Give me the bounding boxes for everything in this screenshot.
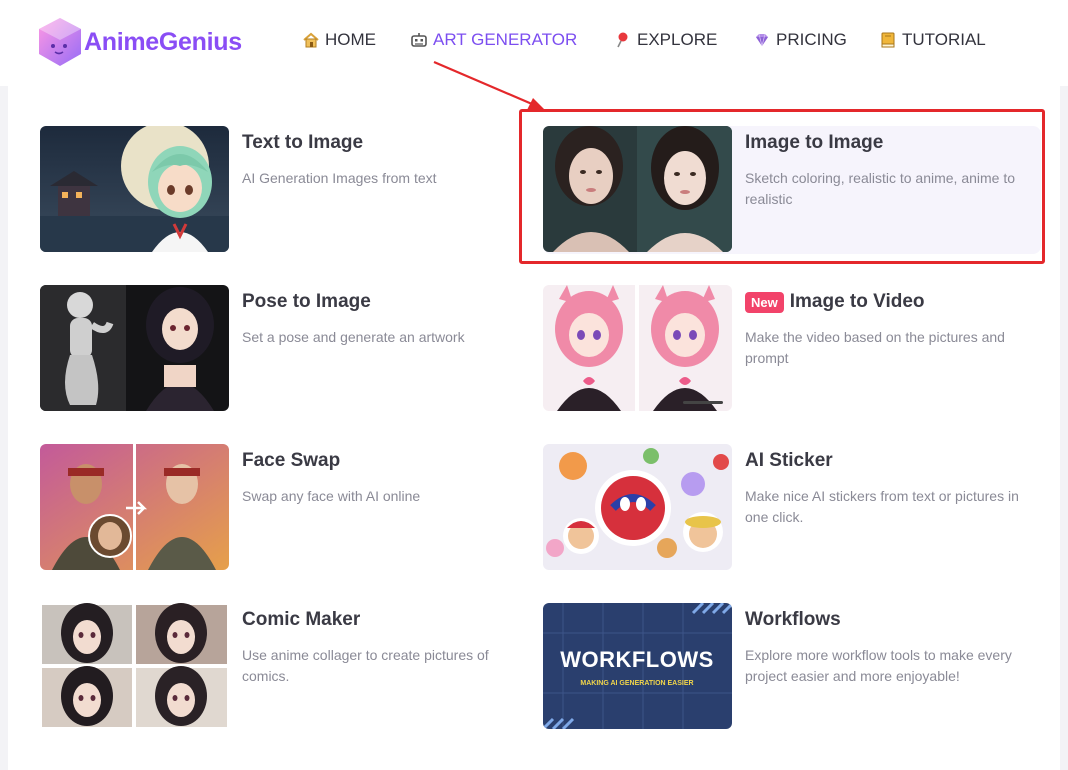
nav-tutorial[interactable]: TUTORIAL [879, 30, 986, 50]
image-to-video-thumbnail [543, 285, 732, 411]
card-title: Image to Image [745, 132, 884, 153]
card-pose-to-image[interactable]: Pose to Image Set a pose and generate an… [40, 285, 538, 413]
face-swap-thumbnail [40, 444, 229, 570]
diamond-icon [756, 33, 768, 47]
tools-panel: Text to Image AI Generation Images from … [8, 86, 1060, 770]
ai-sticker-thumbnail [543, 444, 732, 570]
card-description: Make the video based on the pictures and… [745, 329, 1005, 366]
pin-icon [617, 32, 628, 48]
card-face-swap[interactable]: Face Swap Swap any face with AI online [40, 444, 538, 572]
card-title: Face Swap [242, 450, 341, 471]
nav-pricing[interactable]: PRICING [753, 30, 847, 50]
book-icon [881, 32, 895, 48]
nav-home[interactable]: HOME [302, 30, 376, 50]
card-title: Pose to Image [242, 291, 371, 312]
robot-icon [411, 33, 427, 47]
nav-explore[interactable]: EXPLORE [614, 30, 717, 50]
workflows-thumbnail-subtitle: MAKING AI GENERATION EASIER [580, 680, 693, 687]
card-title-text: Image to Video [789, 291, 925, 312]
card-title: Workflows [745, 609, 841, 630]
home-icon [303, 32, 319, 48]
card-title: New Image to Video [745, 291, 925, 313]
nav-pricing-label: PRICING [776, 30, 847, 49]
nav-explore-label: EXPLORE [637, 30, 718, 49]
image-to-image-thumbnail [543, 126, 732, 252]
card-description: Explore more workflow tools to make ever… [745, 647, 1012, 684]
nav-home-label: HOME [325, 30, 376, 49]
nav-tutorial-label: TUTORIAL [902, 30, 986, 49]
pose-to-image-thumbnail [40, 285, 229, 411]
card-description: AI Generation Images from text [242, 170, 437, 186]
card-description: Sketch coloring, realistic to anime, ani… [745, 170, 1016, 207]
card-description: Swap any face with AI online [242, 488, 421, 504]
nav-art-generator[interactable]: ART GENERATOR [410, 30, 577, 50]
text-to-image-thumbnail [40, 126, 229, 252]
card-description: Set a pose and generate an artwork [242, 329, 465, 345]
card-title: Text to Image [242, 132, 364, 153]
workflows-thumbnail: WORKFLOWS MAKING AI GENERATION EASIER [543, 603, 732, 729]
card-title: Comic Maker [242, 609, 361, 630]
card-image-to-image[interactable]: Image to Image Sketch coloring, realisti… [543, 126, 1041, 254]
nav-art-generator-label: ART GENERATOR [433, 30, 578, 49]
card-ai-sticker[interactable]: AI Sticker Make nice AI stickers from te… [543, 444, 1041, 572]
new-badge: New [745, 291, 784, 313]
card-workflows[interactable]: WORKFLOWS MAKING AI GENERATION EASIER Wo… [543, 603, 1041, 731]
top-header: AnimeGenius HOME ART GENERATOR EXPLORE P… [0, 0, 1068, 86]
card-image-to-video[interactable]: New Image to Video Make the video based … [543, 285, 1041, 413]
card-title: AI Sticker [745, 450, 833, 471]
main-nav: HOME ART GENERATOR EXPLORE PRICING TUTOR… [0, 30, 1068, 56]
card-comic-maker[interactable]: Comic Maker Use anime collager to create… [40, 603, 538, 731]
card-text-to-image[interactable]: Text to Image AI Generation Images from … [40, 126, 538, 254]
card-description: Make nice AI stickers from text or pictu… [745, 488, 1019, 525]
workflows-thumbnail-title: WORKFLOWS [560, 647, 714, 672]
card-description: Use anime collager to create pictures of… [242, 647, 489, 684]
comic-maker-thumbnail [40, 603, 229, 729]
